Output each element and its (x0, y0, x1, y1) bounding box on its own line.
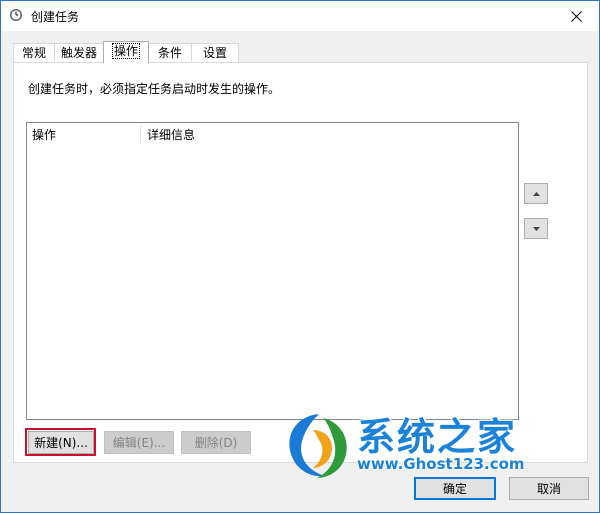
move-down-button[interactable] (524, 218, 548, 239)
tab-triggers[interactable]: 触发器 (54, 43, 104, 62)
delete-action-button[interactable]: 删除(D) (181, 431, 251, 454)
create-task-dialog: 创建任务 常规 触发器 操作 条件 设置 创建任务时，必须指定任务启动时发生的操… (0, 0, 600, 513)
highlight-box (25, 428, 96, 456)
tab-general[interactable]: 常规 (13, 43, 55, 62)
title-bar: 创建任务 (1, 1, 599, 31)
actions-list[interactable]: 操作 详细信息 (26, 122, 519, 420)
close-button[interactable] (553, 1, 599, 31)
actions-description: 创建任务时，必须指定任务启动时发生的操作。 (28, 82, 281, 96)
column-separator[interactable] (140, 125, 141, 143)
tab-actions[interactable]: 操作 (103, 41, 149, 63)
watermark-title: 系统之家 (357, 415, 518, 459)
column-header-details[interactable]: 详细信息 (147, 126, 195, 143)
close-icon (570, 10, 582, 22)
tab-conditions[interactable]: 条件 (148, 43, 192, 62)
window-title: 创建任务 (31, 10, 80, 24)
tab-settings[interactable]: 设置 (191, 43, 239, 62)
edit-action-button[interactable]: 编辑(E)... (104, 431, 174, 454)
watermark-logo-icon (289, 414, 347, 478)
move-up-button[interactable] (524, 183, 548, 204)
column-header-action[interactable]: 操作 (32, 126, 56, 143)
actions-tab-panel: 创建任务时，必须指定任务启动时发生的操作。 操作 详细信息 新建(N)... 编… (13, 62, 588, 463)
triangle-down-icon (532, 226, 540, 231)
triangle-up-icon (532, 191, 540, 196)
clock-icon (10, 9, 22, 21)
watermark: 系统之家 www.Ghost123.com (283, 406, 583, 486)
watermark-url: www.Ghost123.com (357, 455, 525, 473)
